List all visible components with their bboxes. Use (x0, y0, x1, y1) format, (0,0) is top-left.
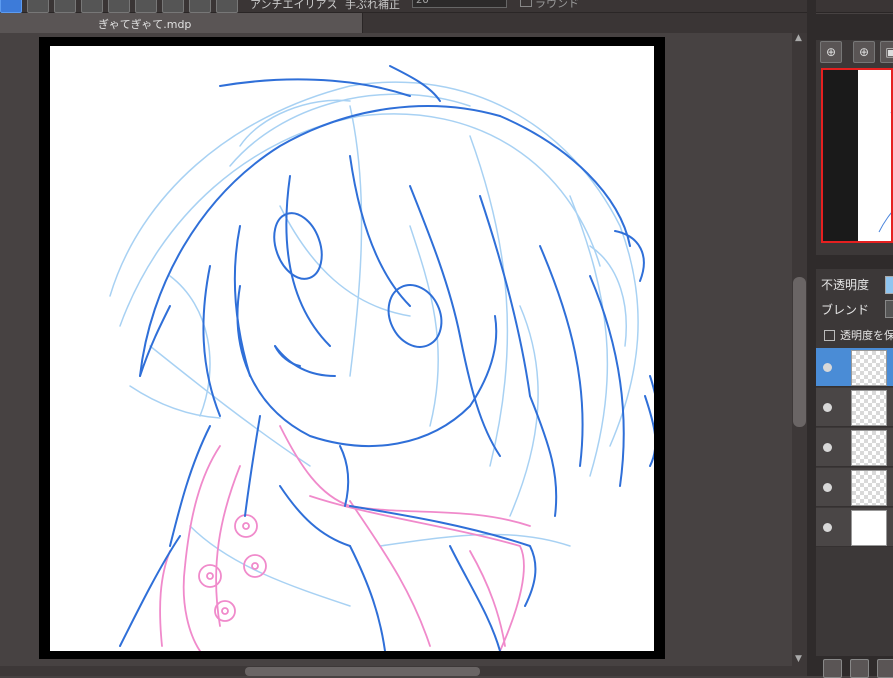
layer-item[interactable] (816, 468, 893, 507)
brush-tool-icon[interactable] (0, 0, 22, 13)
correction-input[interactable]: 20 (412, 0, 507, 8)
scroll-up-arrow-icon[interactable]: ▲ (795, 33, 802, 43)
snap-settings-icon[interactable] (216, 0, 238, 13)
layer-thumbnail (851, 350, 887, 386)
panel-divider[interactable] (807, 0, 816, 676)
document-frame (39, 37, 665, 659)
new-layer-icon[interactable] (823, 659, 842, 678)
layer-thumbnail (851, 430, 887, 466)
curve-tool-icon[interactable] (162, 0, 184, 13)
layer-item[interactable] (816, 388, 893, 427)
sketch-artwork (109, 65, 654, 651)
visibility-eye-icon[interactable] (823, 443, 832, 452)
navigator-header (816, 14, 893, 40)
antialias-label: アンチエイリアス (250, 0, 338, 11)
drawing-canvas[interactable] (50, 46, 654, 651)
visibility-eye-icon[interactable] (823, 363, 832, 372)
layer-item[interactable] (816, 428, 893, 467)
round-label: ラウンド (535, 0, 579, 10)
correction-label: 手ぶれ補正 (345, 0, 400, 11)
panel-separator (816, 255, 893, 269)
horizontal-scroll-thumb[interactable] (245, 667, 480, 676)
navigator-canvas (859, 72, 891, 241)
preserve-opacity-label: 透明度を保護 (840, 329, 893, 342)
visibility-eye-icon[interactable] (823, 483, 832, 492)
canvas-area[interactable] (0, 33, 792, 666)
perspective-tool-icon[interactable] (81, 0, 103, 13)
opacity-slider[interactable] (885, 276, 893, 294)
navigator-preview[interactable] (821, 68, 893, 243)
blend-dropdown[interactable] (885, 300, 893, 318)
visibility-eye-icon[interactable] (823, 403, 832, 412)
top-toolbar: アンチエイリアス 手ぶれ補正 20 ラウンド (0, 0, 893, 13)
duplicate-layer-icon[interactable] (850, 659, 869, 678)
layer-item[interactable] (816, 508, 893, 547)
layer-thumbnail (851, 470, 887, 506)
document-tab-bar: ぎゃてぎゃて.mdp (0, 13, 815, 33)
blend-label: ブレンド (821, 303, 870, 317)
preserve-opacity-checkbox[interactable] (824, 330, 835, 341)
fit-view-icon[interactable]: ▣ (880, 41, 893, 63)
layer-item[interactable] (816, 348, 893, 387)
layer-thumbnail (851, 510, 887, 546)
scroll-down-arrow-icon[interactable]: ▼ (795, 654, 802, 664)
layer-folder-icon[interactable] (877, 659, 893, 678)
vertical-scroll-thumb[interactable] (793, 277, 806, 427)
lines-tool-icon[interactable] (27, 0, 49, 13)
navigator-frame (823, 70, 858, 241)
settings-gear-icon[interactable] (189, 0, 211, 13)
radial-tool-icon[interactable] (108, 0, 130, 13)
document-tab[interactable]: ぎゃてぎゃて.mdp (0, 13, 363, 33)
concentric-tool-icon[interactable] (135, 0, 157, 13)
zoom-in-icon[interactable]: ⊕ (820, 41, 842, 63)
layer-thumbnail (851, 390, 887, 426)
document-tab-title: ぎゃてぎゃて.mdp (98, 18, 192, 31)
grid-tool-icon[interactable] (54, 0, 76, 13)
zoom-magnify-icon[interactable]: ⊕ (853, 41, 875, 63)
visibility-eye-icon[interactable] (823, 523, 832, 532)
round-checkbox[interactable] (520, 0, 532, 7)
opacity-label: 不透明度 (821, 278, 870, 292)
